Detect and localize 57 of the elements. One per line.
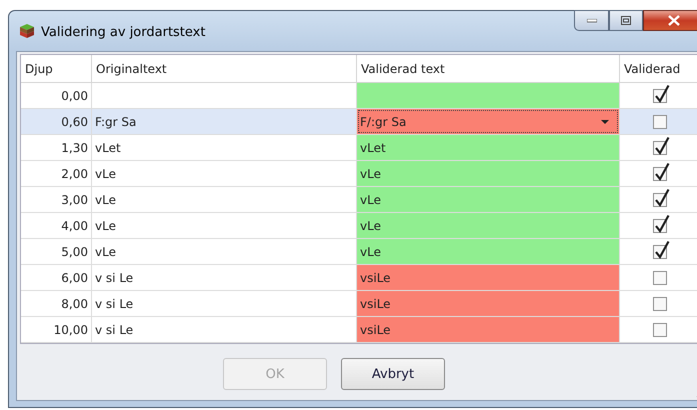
table-row[interactable]: 0,60 F:gr Sa F/:gr Sa [21, 108, 697, 134]
table-cell: vLet [92, 134, 356, 160]
maximize-icon [621, 16, 631, 25]
table-cell: 4,00 [21, 212, 92, 238]
table-row[interactable]: 2,00 vLe vLe [21, 160, 697, 186]
table-row[interactable]: 4,00 vLe vLe [21, 212, 697, 238]
checkbox[interactable] [650, 84, 670, 104]
column-header[interactable]: Validerad [624, 62, 680, 76]
table-cell: 6,00 [21, 264, 92, 290]
minimize-button[interactable] [574, 10, 609, 31]
checkbox[interactable] [650, 136, 670, 156]
checkbox[interactable] [650, 214, 670, 234]
table-cell: vLe [92, 238, 356, 264]
minimize-icon [586, 18, 596, 22]
layers-icon [19, 22, 35, 40]
table-row[interactable]: 3,00 vLe vLe [21, 186, 697, 212]
table-cell: 10,00 [21, 316, 92, 342]
dropdown-field[interactable]: F/:gr Sa [357, 109, 619, 134]
table-row[interactable]: 1,30 vLet vLet [21, 134, 697, 160]
table-cell: 3,00 [21, 186, 92, 212]
table-cell: vLe [357, 239, 619, 264]
table-cell: F:gr Sa [92, 108, 356, 134]
table-cell: vsiLe [357, 317, 619, 342]
table-row[interactable]: 0,00 [21, 82, 697, 108]
table-cell: vsiLe [357, 291, 619, 316]
cancel-button[interactable]: Avbryt [341, 358, 445, 390]
table-cell: vLe [92, 186, 356, 212]
close-icon [668, 15, 680, 26]
table-cell: vLe [357, 213, 619, 238]
table-cell: 1,30 [21, 134, 92, 160]
table-cell: vLe [357, 161, 619, 186]
maximize-button[interactable] [609, 10, 643, 31]
table-row[interactable]: 6,00 v si Le vsiLe [21, 264, 697, 290]
checkbox[interactable] [650, 240, 670, 260]
checkbox[interactable] [650, 162, 670, 182]
table-cell: 2,00 [21, 160, 92, 186]
column-header[interactable]: Djup [25, 62, 53, 76]
table-cell: vLe [92, 212, 356, 238]
table-row[interactable]: 8,00 v si Le vsiLe [21, 290, 697, 316]
column-header[interactable]: Validerad text [361, 62, 445, 76]
column-header[interactable]: Originaltext [96, 62, 167, 76]
table-cell: 5,00 [21, 238, 92, 264]
table-cell: vLe [357, 187, 619, 212]
close-button[interactable] [643, 10, 697, 31]
table-cell: v si Le [92, 290, 356, 316]
table-cell: v si Le [92, 316, 356, 342]
table-row[interactable]: 5,00 vLe vLe [21, 238, 697, 264]
table-row[interactable]: 10,00 v si Le vsiLe [21, 316, 697, 342]
table-cell: v si Le [92, 264, 356, 290]
checkbox[interactable] [650, 188, 670, 208]
table-cell: vsiLe [357, 265, 619, 290]
table-cell: vLet [357, 135, 619, 160]
table-cell: 0,60 [21, 108, 92, 134]
table-cell: vLe [92, 160, 356, 186]
table-cell: 8,00 [21, 290, 92, 316]
caret-icon [601, 120, 609, 124]
window-title: Validering av jordartstext [41, 24, 206, 40]
